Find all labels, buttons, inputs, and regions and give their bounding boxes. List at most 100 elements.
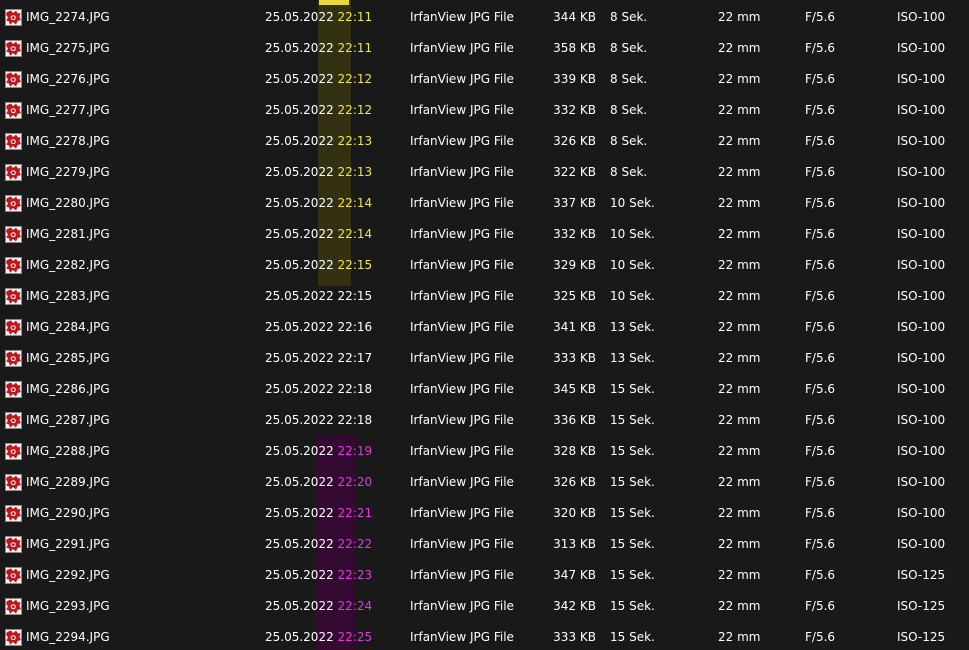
file-name: IMG_2283.JPG: [26, 289, 110, 303]
file-size: 322 KB: [553, 165, 596, 179]
file-row[interactable]: IMG_2288.JPG 25.05.2022 22:19 IrfanView JP…: [0, 436, 969, 467]
iso-speed: ISO-100: [897, 444, 946, 458]
file-type: IrfanView JPG File: [410, 599, 514, 613]
file-size: 326 KB: [553, 134, 596, 148]
irfanview-jpg-file-icon: [5, 40, 22, 57]
time-value: 22:20: [337, 475, 373, 489]
file-row[interactable]: IMG_2281.JPG 25.05.2022 22:14 IrfanView JP…: [0, 219, 969, 250]
exposure-time: 10 Sek.: [610, 227, 655, 241]
file-type: IrfanView JPG File: [410, 413, 514, 427]
file-size: 333 KB: [553, 351, 596, 365]
f-stop: F/5.6: [805, 41, 836, 55]
irfanview-jpg-file-icon: [5, 567, 22, 584]
file-row[interactable]: IMG_2276.JPG 25.05.2022 22:12 IrfanView JP…: [0, 64, 969, 95]
file-name: IMG_2292.JPG: [26, 568, 110, 582]
file-name: IMG_2282.JPG: [26, 258, 110, 272]
exposure-time: 13 Sek.: [610, 351, 655, 365]
exposure-time: 15 Sek.: [610, 630, 655, 644]
f-stop: F/5.6: [805, 506, 836, 520]
file-size: 341 KB: [553, 320, 596, 334]
irfanview-jpg-file-icon: [5, 474, 22, 491]
iso-speed: ISO-100: [897, 72, 946, 86]
exposure-time: 15 Sek.: [610, 506, 655, 520]
file-row[interactable]: IMG_2291.JPG 25.05.2022 22:22 IrfanView JP…: [0, 529, 969, 560]
file-date-modified: 25.05.2022 22:15: [265, 250, 372, 281]
date-value: 25.05.2022: [265, 258, 334, 272]
file-list[interactable]: IMG_2274.JPG 25.05.2022 22:11 IrfanView JP…: [0, 0, 969, 650]
file-size: 332 KB: [553, 103, 596, 117]
file-name: IMG_2285.JPG: [26, 351, 110, 365]
file-row[interactable]: IMG_2292.JPG 25.05.2022 22:23 IrfanView JP…: [0, 560, 969, 591]
exposure-time: 15 Sek.: [610, 444, 655, 458]
file-row[interactable]: IMG_2294.JPG 25.05.2022 22:25 IrfanView JP…: [0, 622, 969, 650]
exposure-time: 15 Sek.: [610, 413, 655, 427]
iso-speed: ISO-100: [897, 351, 946, 365]
file-row[interactable]: IMG_2285.JPG 25.05.2022 22:17 IrfanView JP…: [0, 343, 969, 374]
f-stop: F/5.6: [805, 227, 836, 241]
date-value: 25.05.2022: [265, 320, 334, 334]
iso-speed: ISO-125: [897, 568, 946, 582]
file-row[interactable]: IMG_2287.JPG 25.05.2022 22:18 IrfanView JP…: [0, 405, 969, 436]
file-date-modified: 25.05.2022 22:11: [265, 2, 372, 33]
file-size: 336 KB: [553, 413, 596, 427]
file-row[interactable]: IMG_2293.JPG 25.05.2022 22:24 IrfanView JP…: [0, 591, 969, 622]
file-date-modified: 25.05.2022 22:12: [265, 95, 372, 126]
file-type: IrfanView JPG File: [410, 630, 514, 644]
file-row[interactable]: IMG_2282.JPG 25.05.2022 22:15 IrfanView JP…: [0, 250, 969, 281]
file-row[interactable]: IMG_2284.JPG 25.05.2022 22:16 IrfanView JP…: [0, 312, 969, 343]
file-name: IMG_2293.JPG: [26, 599, 110, 613]
file-date-modified: 25.05.2022 22:13: [265, 157, 372, 188]
focal-length: 22 mm: [718, 227, 761, 241]
f-stop: F/5.6: [805, 382, 836, 396]
file-row[interactable]: IMG_2286.JPG 25.05.2022 22:18 IrfanView JP…: [0, 374, 969, 405]
focal-length: 22 mm: [718, 475, 761, 489]
file-type: IrfanView JPG File: [410, 134, 514, 148]
time-value: 22:12: [337, 72, 373, 86]
time-value: 22:16: [337, 320, 373, 334]
date-value: 25.05.2022: [265, 103, 334, 117]
file-date-modified: 25.05.2022 22:20: [265, 467, 372, 498]
file-row[interactable]: IMG_2279.JPG 25.05.2022 22:13 IrfanView JP…: [0, 157, 969, 188]
file-name: IMG_2290.JPG: [26, 506, 110, 520]
exposure-time: 15 Sek.: [610, 599, 655, 613]
irfanview-jpg-file-icon: [5, 350, 22, 367]
iso-speed: ISO-100: [897, 10, 946, 24]
date-value: 25.05.2022: [265, 444, 334, 458]
time-value: 22:17: [337, 351, 373, 365]
date-value: 25.05.2022: [265, 41, 334, 55]
focal-length: 22 mm: [718, 382, 761, 396]
f-stop: F/5.6: [805, 134, 836, 148]
file-type: IrfanView JPG File: [410, 165, 514, 179]
file-size: 339 KB: [553, 72, 596, 86]
file-row[interactable]: IMG_2280.JPG 25.05.2022 22:14 IrfanView JP…: [0, 188, 969, 219]
file-type: IrfanView JPG File: [410, 289, 514, 303]
file-row[interactable]: IMG_2289.JPG 25.05.2022 22:20 IrfanView JP…: [0, 467, 969, 498]
file-type: IrfanView JPG File: [410, 351, 514, 365]
file-row[interactable]: IMG_2278.JPG 25.05.2022 22:13 IrfanView JP…: [0, 126, 969, 157]
iso-speed: ISO-100: [897, 227, 946, 241]
file-size: 347 KB: [553, 568, 596, 582]
irfanview-jpg-file-icon: [5, 195, 22, 212]
file-size: 329 KB: [553, 258, 596, 272]
focal-length: 22 mm: [718, 10, 761, 24]
f-stop: F/5.6: [805, 630, 836, 644]
file-row[interactable]: IMG_2275.JPG 25.05.2022 22:11 IrfanView JP…: [0, 33, 969, 64]
file-row[interactable]: IMG_2283.JPG 25.05.2022 22:15 IrfanView JP…: [0, 281, 969, 312]
file-date-modified: 25.05.2022 22:23: [265, 560, 372, 591]
file-type: IrfanView JPG File: [410, 258, 514, 272]
focal-length: 22 mm: [718, 289, 761, 303]
time-value: 22:11: [337, 41, 373, 55]
file-row[interactable]: IMG_2274.JPG 25.05.2022 22:11 IrfanView JP…: [0, 2, 969, 33]
f-stop: F/5.6: [805, 444, 836, 458]
irfanview-jpg-file-icon: [5, 629, 22, 646]
file-name: IMG_2275.JPG: [26, 41, 110, 55]
irfanview-jpg-file-icon: [5, 133, 22, 150]
file-type: IrfanView JPG File: [410, 72, 514, 86]
f-stop: F/5.6: [805, 475, 836, 489]
file-row[interactable]: IMG_2277.JPG 25.05.2022 22:12 IrfanView JP…: [0, 95, 969, 126]
file-size: 337 KB: [553, 196, 596, 210]
iso-speed: ISO-100: [897, 475, 946, 489]
date-value: 25.05.2022: [265, 506, 334, 520]
irfanview-jpg-file-icon: [5, 164, 22, 181]
file-row[interactable]: IMG_2290.JPG 25.05.2022 22:21 IrfanView JP…: [0, 498, 969, 529]
